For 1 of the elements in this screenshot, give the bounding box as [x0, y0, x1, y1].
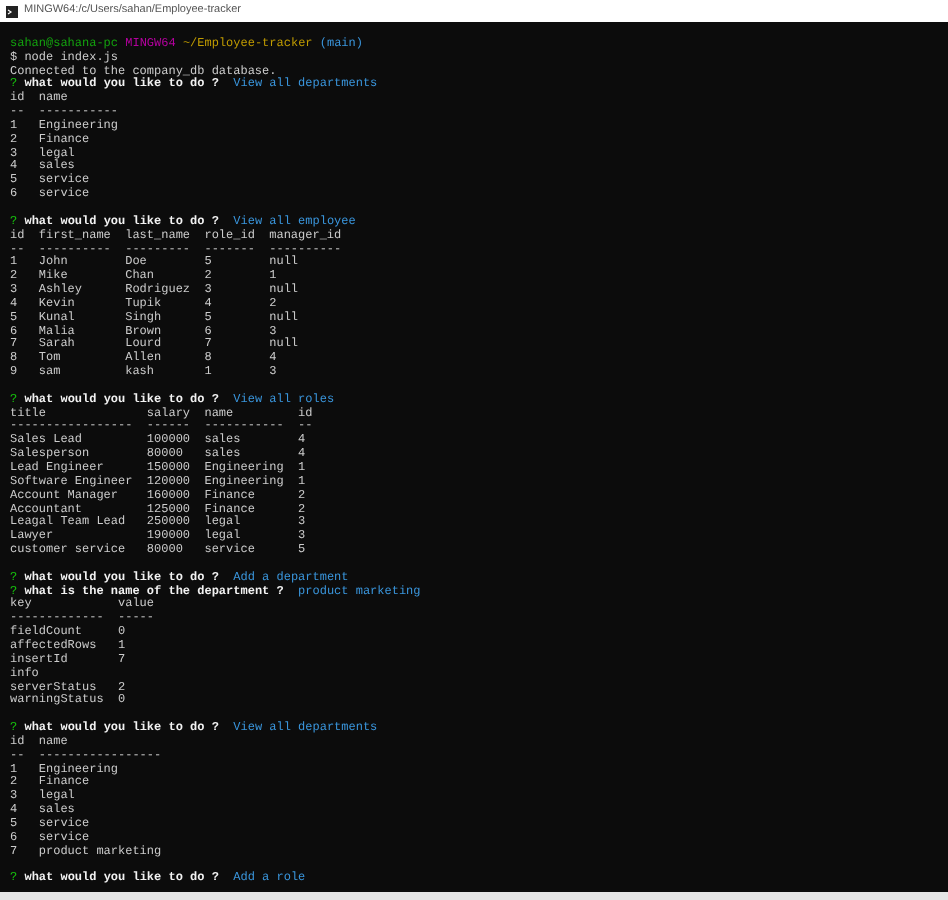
terminal-icon: [6, 5, 18, 17]
